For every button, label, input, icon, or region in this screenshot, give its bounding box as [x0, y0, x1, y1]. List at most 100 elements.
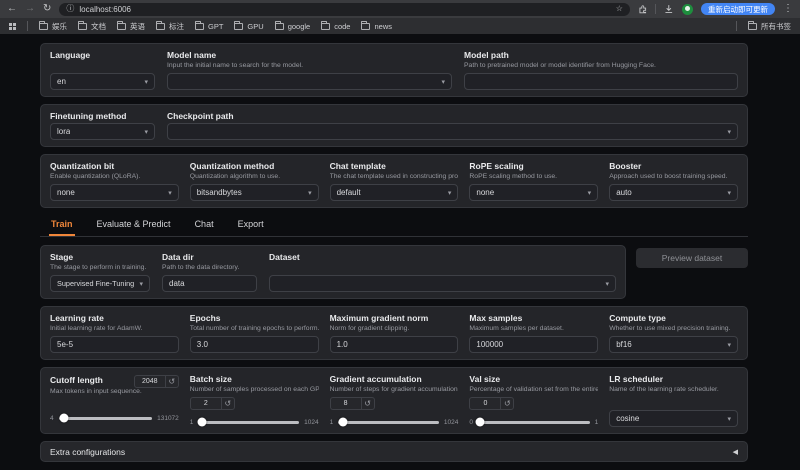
checkpoint-path-field: Checkpoint path ▾ — [167, 111, 738, 140]
compute-type-dropdown[interactable]: bf16 ▾ — [609, 336, 738, 353]
chat-template-dropdown[interactable]: default ▾ — [330, 184, 459, 201]
slider-max-label: 1024 — [304, 419, 318, 426]
booster-info: Approach used to boost training speed. — [609, 173, 738, 180]
more-menu-icon[interactable]: ⋮ — [783, 4, 793, 14]
bookmarks-bar: 娱乐 文档 英语 标注 GPT GPU google code news 所有书… — [0, 18, 800, 34]
slider-thumb[interactable] — [339, 418, 348, 427]
tab-train[interactable]: Train — [49, 215, 75, 236]
epochs-input[interactable] — [190, 336, 319, 353]
dataset-label: Dataset — [269, 252, 616, 262]
language-field: Language en ▾ — [50, 50, 155, 90]
cutoff-length-number[interactable]: 2048 ↺ — [134, 375, 179, 388]
extra-configurations-accordion[interactable]: Extra configurations ◀ — [40, 441, 748, 462]
val-size-slider[interactable] — [478, 421, 590, 424]
model-name-info: Input the initial name to search for the… — [167, 62, 452, 69]
bookmark-folder[interactable]: 文档 — [78, 21, 106, 32]
bookmark-star-icon[interactable]: ☆ — [616, 5, 623, 13]
slider-thumb[interactable] — [476, 418, 485, 427]
booster-dropdown[interactable]: auto ▾ — [609, 184, 738, 201]
reload-icon[interactable]: ↻ — [43, 4, 51, 14]
checkpoint-path-dropdown[interactable]: ▾ — [167, 123, 738, 140]
bookmark-label: news — [374, 22, 392, 31]
max-samples-input[interactable] — [469, 336, 598, 353]
collapse-arrow-icon: ◀ — [733, 448, 738, 456]
cutoff-length-label: Cutoff length — [50, 375, 103, 385]
stage-row: Stage The stage to perform in training. … — [40, 245, 748, 299]
preview-dataset-button[interactable]: Preview dataset — [636, 248, 748, 268]
max-grad-norm-input[interactable] — [330, 336, 459, 353]
folder-icon — [78, 23, 87, 30]
download-icon[interactable] — [664, 4, 674, 14]
apps-grid-icon[interactable] — [9, 23, 16, 30]
reset-icon[interactable]: ↺ — [500, 398, 513, 409]
finetuning-panel: Finetuning method lora ▾ Checkpoint path… — [40, 104, 748, 147]
slider-min-label: 4 — [50, 415, 54, 422]
bookmark-folder[interactable]: 娱乐 — [39, 21, 67, 32]
tab-evaluate-predict[interactable]: Evaluate & Predict — [95, 215, 173, 236]
learning-rate-input[interactable] — [50, 336, 179, 353]
data-dir-input[interactable] — [162, 275, 257, 292]
quantization-bit-dropdown[interactable]: none ▾ — [50, 184, 179, 201]
chat-template-value: default — [337, 188, 361, 197]
cutoff-length-slider[interactable] — [59, 417, 152, 420]
bookmarks-divider — [736, 21, 737, 31]
finetuning-method-dropdown[interactable]: lora ▾ — [50, 123, 155, 140]
slider-max-label: 1 — [595, 419, 599, 426]
epochs-info: Total number of training epochs to perfo… — [190, 325, 319, 332]
quantization-bit-label: Quantization bit — [50, 161, 179, 171]
val-size-number[interactable]: 0 ↺ — [469, 397, 514, 410]
finetuning-method-field: Finetuning method lora ▾ — [50, 111, 155, 140]
slider-thumb[interactable] — [198, 418, 207, 427]
tab-chat[interactable]: Chat — [193, 215, 216, 236]
chevron-down-icon: ▾ — [441, 78, 445, 86]
stage-label: Stage — [50, 252, 150, 262]
extensions-icon[interactable] — [638, 4, 648, 14]
back-icon[interactable]: ← — [7, 4, 17, 14]
bookmark-folder[interactable]: 标注 — [156, 21, 184, 32]
stage-dropdown[interactable]: Supervised Fine-Tuning ▾ — [50, 275, 150, 292]
model-path-input[interactable] — [464, 73, 738, 90]
bookmark-label: GPT — [208, 22, 223, 31]
bookmark-label: google — [288, 22, 311, 31]
site-info-icon[interactable]: ⓘ — [66, 5, 74, 13]
reset-icon[interactable]: ↺ — [361, 398, 374, 409]
tab-export[interactable]: Export — [236, 215, 266, 236]
chevron-down-icon: ▾ — [144, 78, 148, 86]
model-name-field: Model name Input the initial name to sea… — [167, 50, 452, 90]
bookmark-folder[interactable]: 英语 — [117, 21, 145, 32]
profile-avatar-icon[interactable] — [682, 4, 693, 15]
browser-toolbar: ← → ↻ ⓘ localhost:6006 ☆ 重新启动即可更新 ⋮ — [0, 0, 800, 18]
cutoff-length-value: 2048 — [135, 378, 165, 385]
batch-size-info: Number of samples processed on each GPU. — [190, 386, 319, 393]
all-bookmarks[interactable]: 所有书签 — [748, 21, 791, 32]
slider-thumb[interactable] — [60, 414, 69, 423]
restart-to-update-button[interactable]: 重新启动即可更新 — [701, 3, 775, 15]
model-name-dropdown[interactable]: ▾ — [167, 73, 452, 90]
chat-template-field: Chat template The chat template used in … — [330, 161, 459, 201]
bookmark-folder[interactable]: news — [361, 22, 392, 31]
model-name-label: Model name — [167, 50, 452, 60]
batch-size-slider[interactable] — [198, 421, 299, 424]
reset-icon[interactable]: ↺ — [165, 376, 178, 387]
rope-scaling-info: RoPE scaling method to use. — [469, 173, 598, 180]
quantization-method-dropdown[interactable]: bitsandbytes ▾ — [190, 184, 319, 201]
bookmark-folder[interactable]: GPU — [234, 22, 263, 31]
val-size-value: 0 — [470, 400, 500, 407]
reset-icon[interactable]: ↺ — [221, 398, 234, 409]
epochs-field: Epochs Total number of training epochs t… — [190, 313, 319, 353]
batch-size-number[interactable]: 2 ↺ — [190, 397, 235, 410]
forward-icon[interactable]: → — [25, 4, 35, 14]
rope-scaling-dropdown[interactable]: none ▾ — [469, 184, 598, 201]
lr-scheduler-dropdown[interactable]: cosine ▾ — [609, 410, 738, 427]
bookmark-folder[interactable]: google — [275, 22, 311, 31]
chevron-down-icon: ▾ — [168, 189, 172, 197]
dataset-dropdown[interactable]: ▾ — [269, 275, 616, 292]
grad-accum-number[interactable]: 8 ↺ — [330, 397, 375, 410]
bookmark-folder[interactable]: code — [321, 22, 350, 31]
slider-min-label: 1 — [330, 419, 334, 426]
max-samples-field: Max samples Maximum samples per dataset. — [469, 313, 598, 353]
address-bar[interactable]: ⓘ localhost:6006 ☆ — [59, 3, 630, 16]
language-dropdown[interactable]: en ▾ — [50, 73, 155, 90]
bookmark-folder[interactable]: GPT — [195, 22, 223, 31]
grad-accum-slider[interactable] — [338, 421, 439, 424]
